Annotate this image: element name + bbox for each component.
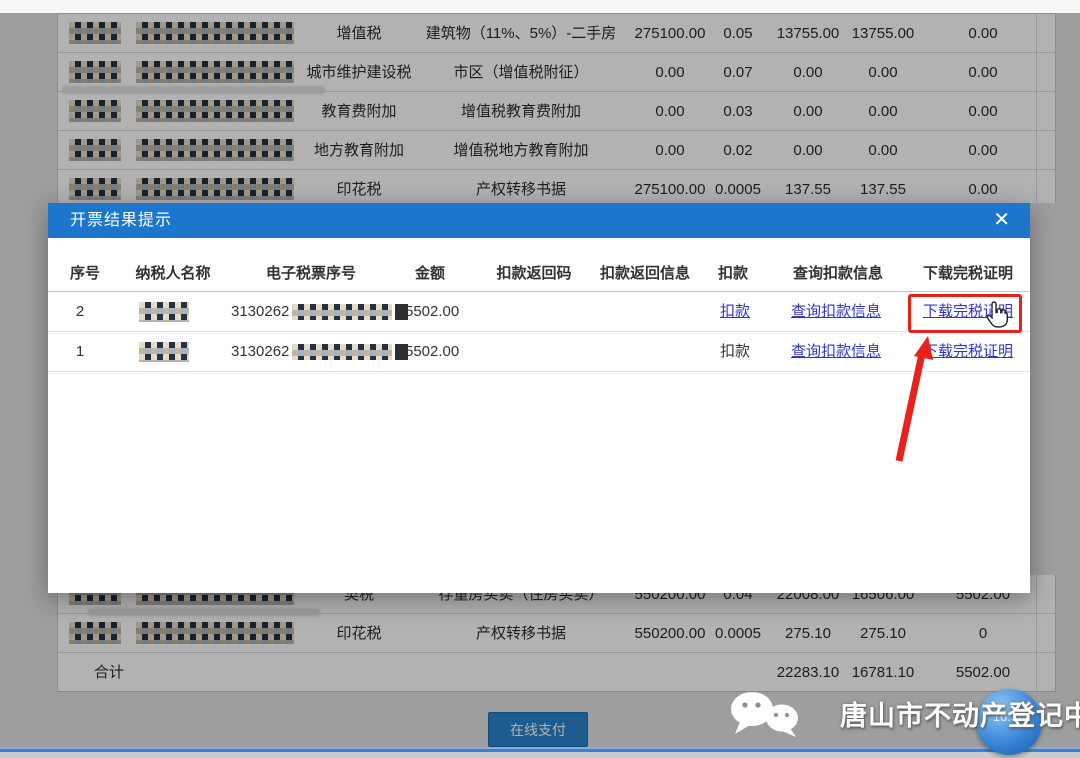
top-frame-strip bbox=[0, 0, 1080, 13]
row-amount: 5502.00 bbox=[405, 292, 459, 332]
invoice-result-dialog: 开票结果提示 ✕ 序号纳税人名称电子税票序号金额扣款返回码扣款返回信息扣款查询扣… bbox=[48, 203, 1030, 593]
receipt-number: 3130262 bbox=[231, 332, 408, 372]
dialog-title: 开票结果提示 bbox=[70, 203, 172, 238]
dialog-col-header: 扣款返回码 bbox=[496, 255, 571, 292]
download-tax-certificate-link[interactable]: 下载完税证明 bbox=[923, 332, 1013, 372]
censored-receipt-no bbox=[292, 344, 392, 360]
dialog-col-header: 序号 bbox=[70, 255, 100, 292]
query-deduct-info-link[interactable]: 查询扣款信息 bbox=[791, 292, 881, 332]
close-icon[interactable]: ✕ bbox=[993, 203, 1010, 238]
receipt-number: 3130262 bbox=[231, 292, 408, 332]
row-seq: 1 bbox=[76, 332, 84, 372]
censored-receipt-no bbox=[292, 304, 392, 320]
deduct-link[interactable]: 扣款 bbox=[720, 292, 750, 332]
dialog-col-header: 查询扣款信息 bbox=[793, 255, 883, 292]
dialog-col-header: 扣款返回信息 bbox=[600, 255, 690, 292]
censored-taxpayer-name bbox=[139, 342, 189, 366]
bottom-frame-strip bbox=[0, 752, 1080, 758]
row-amount: 5502.00 bbox=[405, 332, 459, 372]
dialog-col-header: 下载完税证明 bbox=[923, 255, 1013, 292]
dialog-table: 序号纳税人名称电子税票序号金额扣款返回码扣款返回信息扣款查询扣款信息下载完税证明… bbox=[48, 255, 1030, 372]
dialog-col-header: 扣款 bbox=[718, 255, 748, 292]
watermark-text: 唐山市不动产登记中心 bbox=[840, 694, 1080, 733]
highlight-red-box bbox=[908, 294, 1022, 333]
dialog-col-header: 纳税人名称 bbox=[135, 255, 210, 292]
dialog-header: 开票结果提示 ✕ bbox=[48, 203, 1030, 238]
deduct-link[interactable]: 扣款 bbox=[720, 332, 750, 372]
dialog-row: 2 3130262 5502.00 扣款 查询扣款信息 下载完税证明 bbox=[48, 292, 1030, 332]
dialog-row: 1 3130262 5502.00 扣款 查询扣款信息 下载完税证明 bbox=[48, 332, 1030, 372]
dialog-col-header: 电子税票序号 bbox=[266, 255, 356, 292]
tax-payment-page: { "frame": { "clock_badge": "16:36" }, "… bbox=[0, 0, 1080, 758]
row-seq: 2 bbox=[76, 292, 84, 332]
censored-taxpayer-name bbox=[139, 302, 189, 326]
dialog-col-header: 金额 bbox=[415, 255, 445, 292]
dialog-table-header: 序号纳税人名称 电子税票序号 金额 扣款返回码扣款返回信息扣款 查询扣款信息 下载完税证明 bbox=[48, 255, 1030, 292]
query-deduct-info-link[interactable]: 查询扣款信息 bbox=[791, 332, 881, 372]
wechat-icon bbox=[726, 690, 831, 738]
